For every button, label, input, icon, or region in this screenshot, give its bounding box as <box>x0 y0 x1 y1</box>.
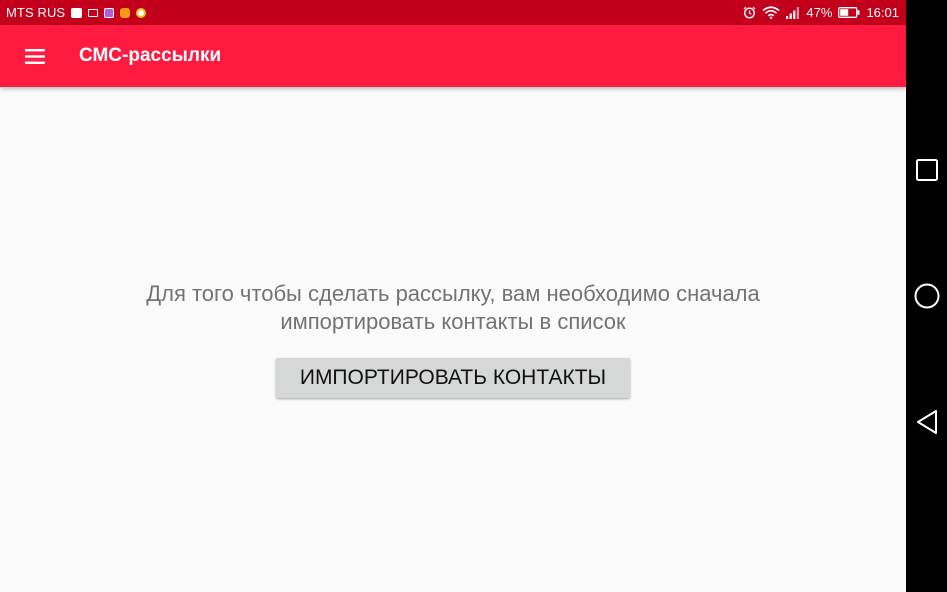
app-title: СМС-рассылки <box>79 45 222 66</box>
back-button[interactable] <box>913 408 941 436</box>
hamburger-menu-icon <box>25 48 45 64</box>
app-screen: MTS RUS 47% 16:01 СМС-рассылки Для того … <box>0 0 906 592</box>
battery-percent: 47% <box>806 5 833 20</box>
home-circle-icon <box>914 283 940 309</box>
signal-icon <box>786 6 800 19</box>
status-left: MTS RUS <box>6 5 147 20</box>
gallery-icon <box>104 7 115 18</box>
chrome-icon <box>136 7 147 18</box>
main-content: Для того чтобы сделать рассылку, вам нео… <box>0 87 906 592</box>
empty-state-message: Для того чтобы сделать рассылку, вам нео… <box>0 280 906 336</box>
battery-icon <box>838 7 860 18</box>
alarm-icon <box>743 6 756 19</box>
back-triangle-icon <box>917 410 937 434</box>
wifi-icon <box>762 6 780 19</box>
mail-icon <box>88 8 99 17</box>
recents-square-icon <box>916 159 938 181</box>
home-button[interactable] <box>913 282 941 310</box>
news-icon <box>71 7 83 18</box>
recents-button[interactable] <box>913 156 941 184</box>
message-line-2: импортировать контакты в список <box>280 309 626 334</box>
navigation-bar <box>906 0 947 592</box>
clock: 16:01 <box>866 5 899 20</box>
status-bar: MTS RUS 47% 16:01 <box>0 0 906 25</box>
odnoklassniki-icon <box>120 7 131 18</box>
carrier-name: MTS RUS <box>6 5 66 20</box>
app-bar: СМС-рассылки <box>0 25 906 87</box>
message-line-1: Для того чтобы сделать рассылку, вам нео… <box>146 281 760 306</box>
status-right: 47% 16:01 <box>743 5 899 20</box>
import-contacts-button[interactable]: ИМПОРТИРОВАТЬ КОНТАКТЫ <box>276 358 630 398</box>
menu-button[interactable] <box>0 25 70 87</box>
